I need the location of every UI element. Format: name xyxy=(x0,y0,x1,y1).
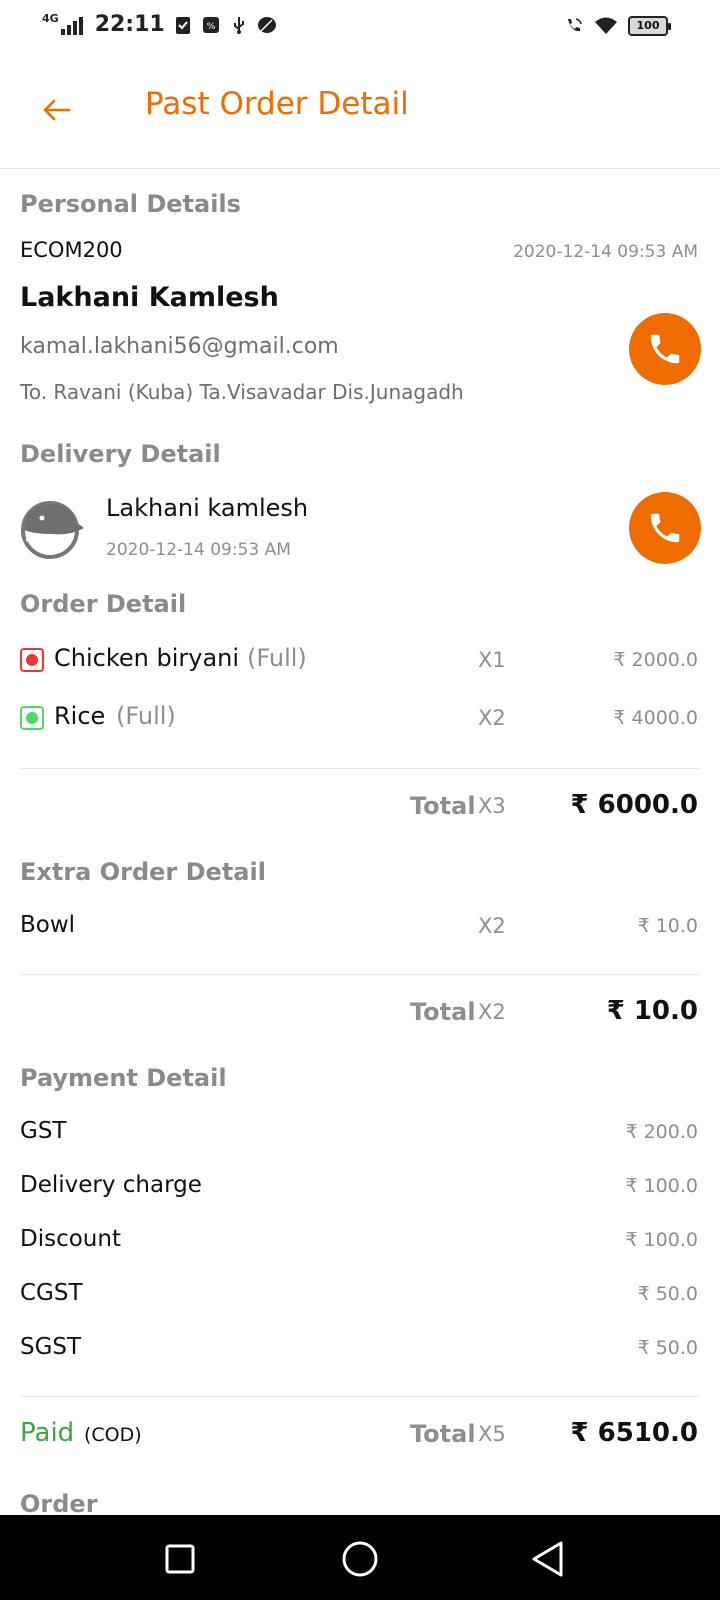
divider xyxy=(20,1396,700,1397)
call-customer-button[interactable] xyxy=(629,313,701,385)
order-total-amount: ₹ 6000.0 xyxy=(570,790,698,820)
payment-row-value: ₹ 200.0 xyxy=(625,1121,698,1143)
payment-row-value: ₹ 100.0 xyxy=(625,1229,698,1251)
phone-icon xyxy=(650,334,680,364)
signal-icon xyxy=(60,15,83,35)
order-total-qty: X3 xyxy=(478,794,506,818)
back-nav-button[interactable] xyxy=(526,1537,570,1581)
payment-total-label: Total xyxy=(410,1420,476,1448)
data-saver-icon: % xyxy=(202,16,219,33)
usb-icon xyxy=(233,16,244,34)
status-bar: 4G 22:11 % 100 xyxy=(0,0,720,56)
order-id: ECOM200 xyxy=(20,238,123,262)
svg-text:%: % xyxy=(206,22,215,32)
extra-total-label: Total xyxy=(410,998,476,1026)
extra-item-name: Bowl xyxy=(20,912,76,938)
extra-total-amount: ₹ 10.0 xyxy=(606,996,698,1026)
navigation-bar xyxy=(0,1515,720,1600)
customer-address: To. Ravani (Kuba) Ta.Visavadar Dis.Junag… xyxy=(20,380,464,404)
extra-item-qty: X2 xyxy=(478,914,506,938)
network-type: 4G xyxy=(42,12,59,25)
delivery-datetime: 2020-12-14 09:53 AM xyxy=(106,540,291,560)
item-variant: (Full) xyxy=(247,644,307,672)
item-variant: (Full) xyxy=(116,702,176,730)
order-total-label: Total xyxy=(410,792,476,820)
circle-icon xyxy=(342,1541,378,1577)
payment-row-label: Delivery charge xyxy=(20,1172,202,1198)
item-name: Chicken biryani xyxy=(54,644,240,672)
payment-row-value: ₹ 50.0 xyxy=(637,1337,698,1359)
home-button[interactable] xyxy=(338,1537,382,1581)
extra-total-qty: X2 xyxy=(478,1000,506,1024)
back-button[interactable] xyxy=(36,90,76,130)
phone-icon xyxy=(650,513,680,543)
page-title: Past Order Detail xyxy=(145,86,409,122)
payment-method: (COD) xyxy=(84,1424,142,1446)
customer-email: kamal.lakhani56@gmail.com xyxy=(20,334,339,359)
square-icon xyxy=(165,1544,195,1574)
payment-row-label: SGST xyxy=(20,1334,82,1360)
divider xyxy=(20,974,700,975)
call-delivery-button[interactable] xyxy=(629,492,701,564)
payment-row-label: GST xyxy=(20,1118,67,1144)
delivery-person-name: Lakhani kamlesh xyxy=(106,494,309,522)
delivery-person-icon xyxy=(21,501,84,559)
delivery-detail-heading: Delivery Detail xyxy=(20,440,221,468)
item-qty: X1 xyxy=(478,648,506,672)
payment-total-amount: ₹ 6510.0 xyxy=(570,1418,698,1448)
payment-row-value: ₹ 100.0 xyxy=(625,1175,698,1197)
recents-button[interactable] xyxy=(158,1537,202,1581)
customer-name: Lakhani Kamlesh xyxy=(20,282,279,313)
extra-order-heading: Extra Order Detail xyxy=(20,858,266,886)
payment-total-qty: X5 xyxy=(478,1422,506,1446)
divider xyxy=(20,768,700,769)
item-price: ₹ 2000.0 xyxy=(613,649,698,671)
leaf-icon xyxy=(257,16,276,33)
non-veg-icon xyxy=(20,648,44,672)
veg-icon xyxy=(20,706,44,730)
battery-icon: 100 xyxy=(628,16,671,36)
wifi-icon xyxy=(595,17,617,34)
clock: 22:11 xyxy=(94,12,165,37)
payment-row-label: CGST xyxy=(20,1280,83,1306)
app-bar: Past Order Detail xyxy=(0,56,720,169)
item-qty: X2 xyxy=(478,706,506,730)
item-name: Rice xyxy=(54,702,106,730)
payment-row-label: Discount xyxy=(20,1226,121,1252)
personal-details-heading: Personal Details xyxy=(20,190,241,218)
order-detail-heading: Order Detail xyxy=(20,590,187,618)
payment-detail-heading: Payment Detail xyxy=(20,1064,227,1092)
order-section-heading: Order xyxy=(20,1490,98,1518)
payment-status: Paid xyxy=(20,1418,75,1448)
payment-row-value: ₹ 50.0 xyxy=(637,1283,698,1305)
extra-item-price: ₹ 10.0 xyxy=(637,915,698,937)
arrow-left-icon xyxy=(43,99,71,121)
order-datetime: 2020-12-14 09:53 AM xyxy=(513,242,698,262)
clipboard-check-icon xyxy=(175,16,190,34)
item-price: ₹ 4000.0 xyxy=(613,707,698,729)
wifi-calling-icon xyxy=(568,18,582,32)
triangle-back-icon xyxy=(532,1541,563,1577)
